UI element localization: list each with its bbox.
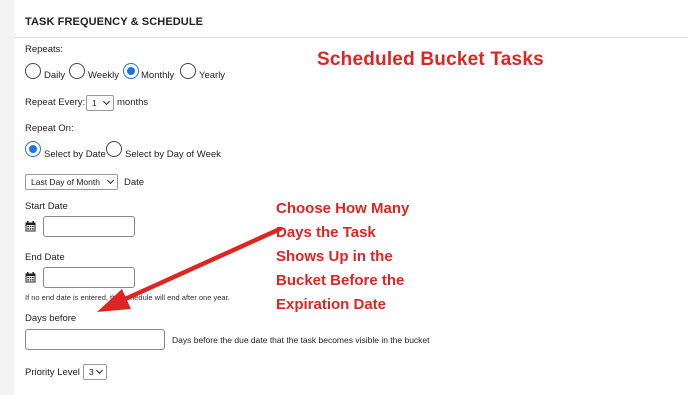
chevron-down-icon [106,176,115,185]
repeats-label: Repeats: [25,44,64,55]
repeat-every-unit: months [117,97,149,108]
radio-yearly[interactable] [180,63,196,79]
annotation-callout: Choose How Many Days the Task Shows Up i… [276,197,476,317]
section-divider [14,37,688,38]
repeat-on-label: Repeat On: [25,123,74,134]
radio-monthly-label[interactable]: Monthly [141,70,174,81]
end-date-input[interactable] [43,267,135,288]
radio-daily-label[interactable]: Daily [44,70,65,81]
calendar-icon[interactable] [25,221,36,232]
start-date-label: Start Date [25,201,68,212]
days-before-help: Days before the due date that the task b… [172,335,430,345]
repeat-on-suffix: Date [124,177,145,188]
annotation-callout-line: Days the Task [276,224,376,241]
repeat-every-value: 1 [92,98,97,108]
radio-select-by-date-label[interactable]: Select by Date [44,149,106,160]
annotation-callout-line: Choose How Many [276,200,410,217]
priority-select[interactable]: 3 [83,364,107,380]
priority-label: Priority Level [25,367,80,378]
annotation-title: Scheduled Bucket Tasks [317,49,544,70]
annotation-callout-line: Bucket Before the [276,272,405,289]
start-date-input[interactable] [43,216,135,237]
annotation-callout-line: Expiration Date [276,296,387,313]
chevron-down-icon [102,97,111,106]
days-before-input[interactable] [25,329,165,350]
radio-select-by-date[interactable] [25,141,41,157]
chevron-down-icon [95,366,104,375]
end-date-note: If no end date is entered, the schedule … [25,293,230,302]
radio-select-by-day-of-week-label[interactable]: Select by Day of Week [125,149,221,160]
radio-daily[interactable] [25,63,41,79]
radio-weekly[interactable] [69,63,85,79]
radio-monthly[interactable] [123,63,139,79]
radio-select-by-day-of-week[interactable] [106,141,122,157]
section-title: TASK FREQUENCY & SCHEDULE [25,16,204,28]
radio-yearly-label[interactable]: Yearly [199,70,225,81]
repeat-on-day-select[interactable]: Last Day of Month [25,174,118,190]
end-date-label: End Date [25,252,65,263]
calendar-icon[interactable] [25,272,36,283]
repeat-on-day-value: Last Day of Month [31,177,100,187]
annotation-callout-line: Shows Up in the [276,248,393,265]
days-before-label: Days before [25,313,77,324]
left-strip [0,0,14,395]
priority-value: 3 [89,367,94,377]
radio-weekly-label[interactable]: Weekly [88,70,119,81]
repeat-every-label: Repeat Every: [25,97,86,108]
repeat-every-select[interactable]: 1 [86,95,114,111]
